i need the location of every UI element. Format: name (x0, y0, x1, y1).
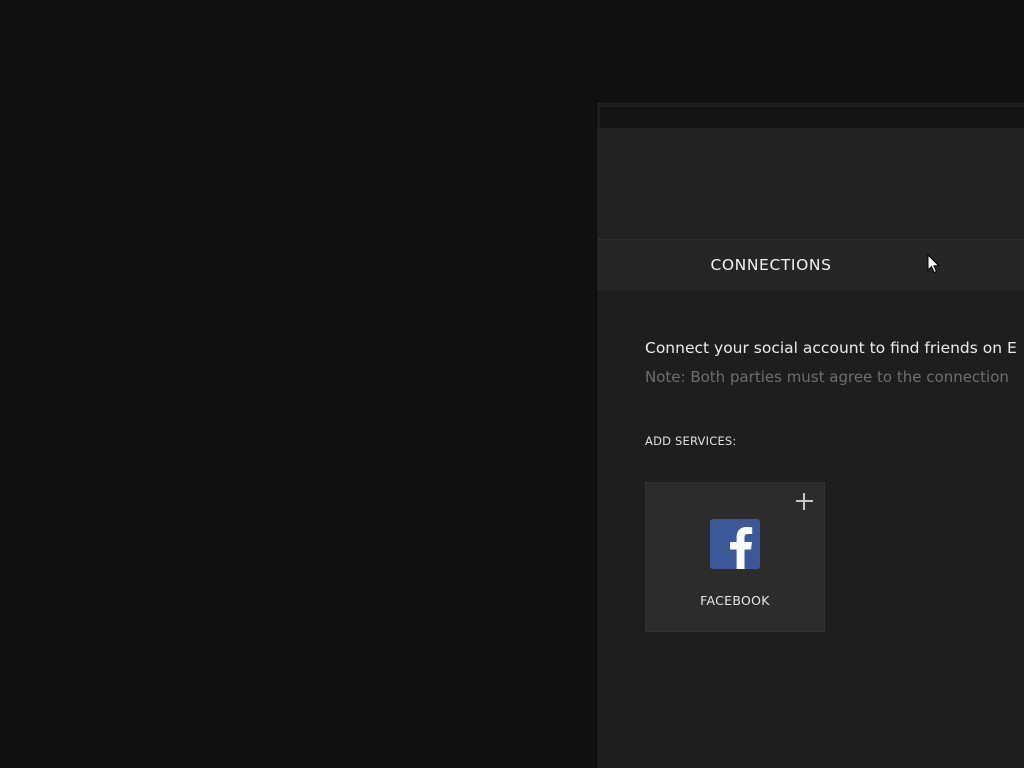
facebook-service-card[interactable]: FACEBOOK (645, 482, 825, 632)
connections-content: Connect your social account to find frie… (645, 338, 1024, 632)
facebook-service-label: FACEBOOK (700, 593, 770, 608)
connect-description: Connect your social account to find frie… (645, 339, 1017, 357)
add-services-heading: ADD SERVICES: (645, 434, 737, 448)
tab-bar: CONNECTIONS (597, 240, 1024, 290)
panel-header (597, 128, 1024, 240)
desktop-background: CONNECTIONS Connect your social account … (0, 0, 1024, 768)
tab-connections-label: CONNECTIONS (710, 256, 832, 274)
plus-icon[interactable] (796, 493, 813, 510)
tab-connections[interactable]: CONNECTIONS (673, 240, 869, 290)
social-panel: CONNECTIONS Connect your social account … (596, 101, 1024, 768)
facebook-icon (710, 519, 760, 569)
connection-note: Note: Both parties must agree to the con… (645, 368, 1009, 386)
panel-titlebar (600, 107, 1024, 128)
